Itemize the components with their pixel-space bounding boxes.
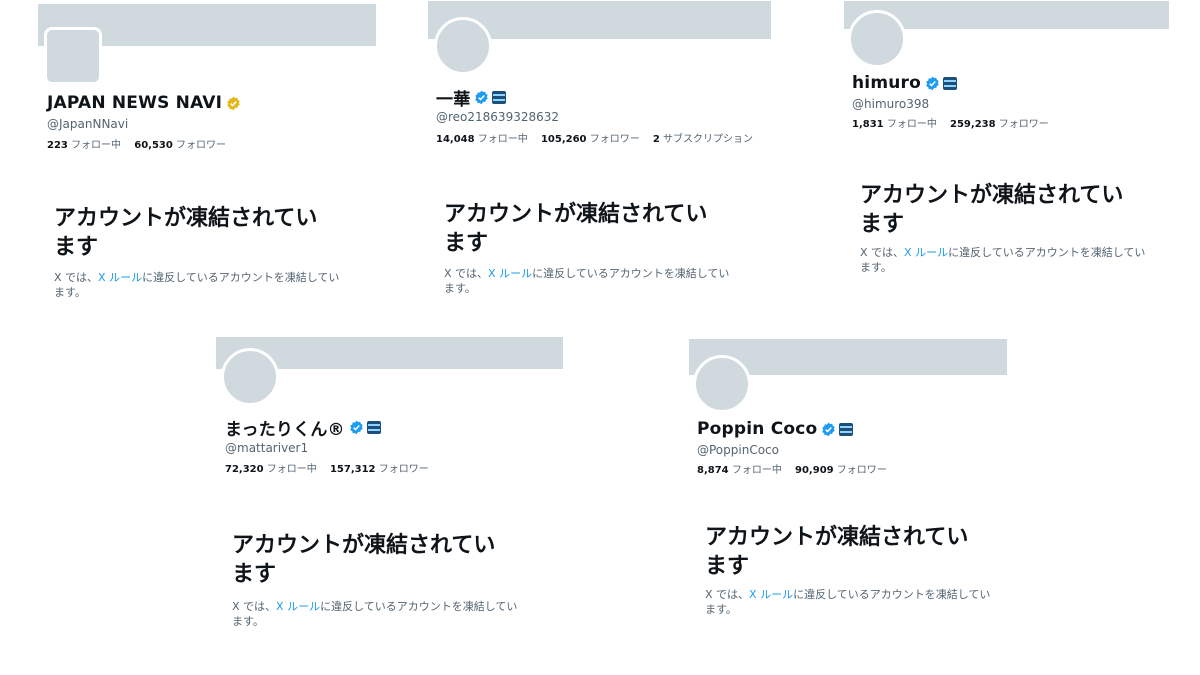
- avatar: [693, 355, 751, 413]
- handle: @JapanNNavi: [47, 117, 129, 131]
- avatar: [221, 348, 279, 406]
- name-row: himuro: [852, 73, 958, 93]
- avatar: [848, 10, 906, 68]
- gold-verified-icon: [226, 96, 241, 111]
- profile-stats: 1,831 フォロー中 259,238 フォロワー: [852, 115, 1049, 130]
- suspended-heading: アカウントが凍結されてい ます: [232, 533, 496, 587]
- name-row: Poppin Coco: [697, 419, 854, 439]
- x-rules-link[interactable]: X ルール: [98, 271, 142, 284]
- following-count[interactable]: 8,874: [697, 465, 729, 476]
- profile-stats: 223 フォロー中 60,530 フォロワー: [47, 136, 226, 151]
- x-rules-link[interactable]: X ルール: [488, 267, 532, 280]
- following-count[interactable]: 223: [47, 140, 68, 151]
- followers-count[interactable]: 60,530: [134, 140, 173, 151]
- handle: @PoppinCoco: [697, 443, 779, 457]
- x-rules-link[interactable]: X ルール: [749, 588, 793, 601]
- blue-verified-icon: [925, 76, 940, 91]
- followers-count[interactable]: 157,312: [330, 464, 376, 475]
- x-rules-link[interactable]: X ルール: [904, 246, 948, 259]
- profile-stats: 72,320 フォロー中 157,312 フォロワー: [225, 460, 429, 475]
- display-name: まったりくん®: [225, 420, 345, 440]
- handle: @himuro398: [852, 97, 930, 111]
- suspended-heading: アカウントが凍結されてい ます: [54, 206, 318, 260]
- name-row: まったりくん®: [225, 415, 381, 440]
- followers-label[interactable]: フォロワー: [837, 465, 887, 476]
- suspended-notice: X では、X ルールに違反しているアカウントを凍結してい ます。: [705, 588, 991, 616]
- display-name: 一華: [436, 90, 471, 110]
- followers-label[interactable]: フォロワー: [176, 140, 226, 151]
- profile-panel-japannnavi: JAPAN NEWS NAVI @JapanNNavi 223 フォロー中 60…: [38, 4, 398, 324]
- blue-verified-icon: [349, 420, 364, 435]
- affiliate-badge-icon: [943, 76, 958, 90]
- x-rules-link[interactable]: X ルール: [276, 600, 320, 613]
- blue-verified-icon: [474, 90, 489, 105]
- suspended-notice: X では、X ルールに違反しているアカウントを凍結してい ます。: [444, 267, 730, 295]
- affiliate-badge-icon: [492, 91, 507, 104]
- subscriptions-label[interactable]: サブスクリプション: [663, 134, 753, 145]
- following-count[interactable]: 72,320: [225, 464, 264, 475]
- profile-panel-himuro: himuro @himuro398 1,831 フォロー中 259,238 フォ…: [844, 1, 1200, 321]
- following-label[interactable]: フォロー中: [71, 140, 121, 151]
- blue-verified-icon: [821, 422, 836, 437]
- handle: @mattariver1: [225, 441, 309, 455]
- avatar: [434, 17, 492, 75]
- followers-label[interactable]: フォロワー: [590, 134, 640, 145]
- following-count[interactable]: 14,048: [436, 134, 475, 145]
- followers-count[interactable]: 105,260: [541, 134, 587, 145]
- display-name: Poppin Coco: [697, 419, 818, 439]
- followers-label[interactable]: フォロワー: [379, 464, 429, 475]
- followers-count[interactable]: 90,909: [795, 465, 834, 476]
- following-label[interactable]: フォロー中: [732, 465, 782, 476]
- followers-count[interactable]: 259,238: [950, 119, 996, 130]
- suspended-notice: X では、X ルールに違反しているアカウントを凍結してい ます。: [860, 246, 1146, 274]
- following-count[interactable]: 1,831: [852, 119, 884, 130]
- suspended-notice: X では、X ルールに違反しているアカウントを凍結してい ます。: [232, 600, 518, 628]
- avatar: [44, 27, 102, 85]
- following-label[interactable]: フォロー中: [267, 464, 317, 475]
- suspended-heading: アカウントが凍結されてい ます: [705, 525, 969, 579]
- display-name: himuro: [852, 73, 922, 93]
- name-row: 一華: [436, 85, 507, 110]
- affiliate-badge-icon: [366, 421, 381, 434]
- profile-panel-mattariver: まったりくん® @mattariver1 72,320 フォロー中 157,31…: [216, 337, 576, 657]
- affiliate-badge-icon: [839, 422, 854, 436]
- profile-stats: 8,874 フォロー中 90,909 フォロワー: [697, 461, 887, 476]
- profile-panel-poppincoco: Poppin Coco @PoppinCoco 8,874 フォロー中 90,9…: [689, 339, 1049, 659]
- suspended-heading: アカウントが凍結されてい ます: [860, 183, 1124, 237]
- name-row: JAPAN NEWS NAVI: [47, 93, 241, 113]
- profile-stats: 14,048 フォロー中 105,260 フォロワー 2 サブスクリプション: [436, 130, 753, 145]
- following-label[interactable]: フォロー中: [478, 134, 528, 145]
- subscriptions-count[interactable]: 2: [653, 134, 660, 145]
- suspended-heading: アカウントが凍結されてい ます: [444, 202, 708, 256]
- handle: @reo218639328632: [436, 110, 560, 124]
- suspended-notice: X では、X ルールに違反しているアカウントを凍結してい ます。: [54, 271, 340, 299]
- following-label[interactable]: フォロー中: [887, 119, 937, 130]
- followers-label[interactable]: フォロワー: [999, 119, 1049, 130]
- profile-panel-reo: 一華 @reo218639328632 14,048 フォロー中 105,260…: [428, 1, 788, 321]
- display-name: JAPAN NEWS NAVI: [47, 93, 223, 113]
